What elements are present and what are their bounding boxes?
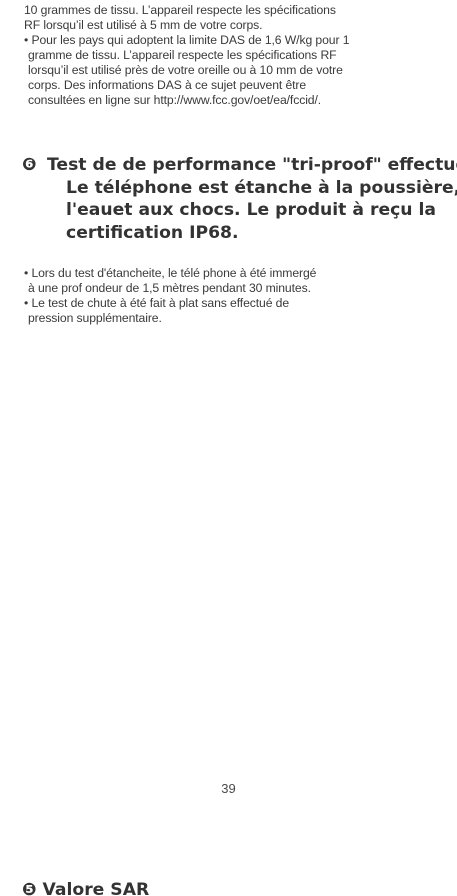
text-line: RF lorsqu’il est utilisé à 5 mm de votre… bbox=[24, 18, 263, 32]
text-line: à une prof ondeur de 1,5 mètres pendant … bbox=[28, 281, 311, 295]
text-line: consultées en ligne sur http://www.fcc.g… bbox=[28, 93, 322, 107]
text-line: gramme de tissu. L’appareil respecte les… bbox=[28, 48, 337, 62]
text-line: lorsqu’il est utilisé près de votre orei… bbox=[28, 63, 343, 77]
text-line: • Le test de chute à été fait à plat san… bbox=[24, 296, 290, 310]
text-line: pression supplémentaire. bbox=[28, 311, 162, 325]
heading-line: Test de de performance "tri-proof" effec… bbox=[46, 155, 457, 175]
page-number: 39 bbox=[221, 781, 236, 796]
heading-line: l'eauet aux chocs. Le produit à reçu la bbox=[66, 200, 436, 220]
section-number-icon: ❻ bbox=[22, 155, 37, 175]
bullet-drop-test: • Le test de chute à été fait à plat san… bbox=[24, 296, 289, 326]
section-heading-tri-proof: ❻ Test de de performance "tri-proof" eff… bbox=[22, 154, 457, 244]
next-page-heading: ❺ Valore SAR bbox=[22, 880, 150, 896]
text-line: • Pour les pays qui adoptent la limite D… bbox=[24, 33, 350, 47]
text-line: corps. Des informations DAS à ce sujet p… bbox=[28, 78, 307, 92]
paragraph-continuation: 10 grammes de tissu. L’appareil respecte… bbox=[24, 3, 336, 33]
heading-line: Le téléphone est étanche à la poussière,… bbox=[66, 177, 457, 198]
bullet-das-1g: • Pour les pays qui adoptent la limite D… bbox=[24, 33, 349, 108]
heading-line: certification IP68. bbox=[66, 222, 239, 243]
document-page: 10 grammes de tissu. L’appareil respecte… bbox=[0, 0, 457, 896]
bullet-immersion-test: • Lors du test d'étancheite, le télé pho… bbox=[24, 266, 316, 296]
text-line: 10 grammes de tissu. L’appareil respecte… bbox=[24, 3, 336, 17]
text-line: • Lors du test d'étancheite, le télé pho… bbox=[24, 266, 317, 280]
